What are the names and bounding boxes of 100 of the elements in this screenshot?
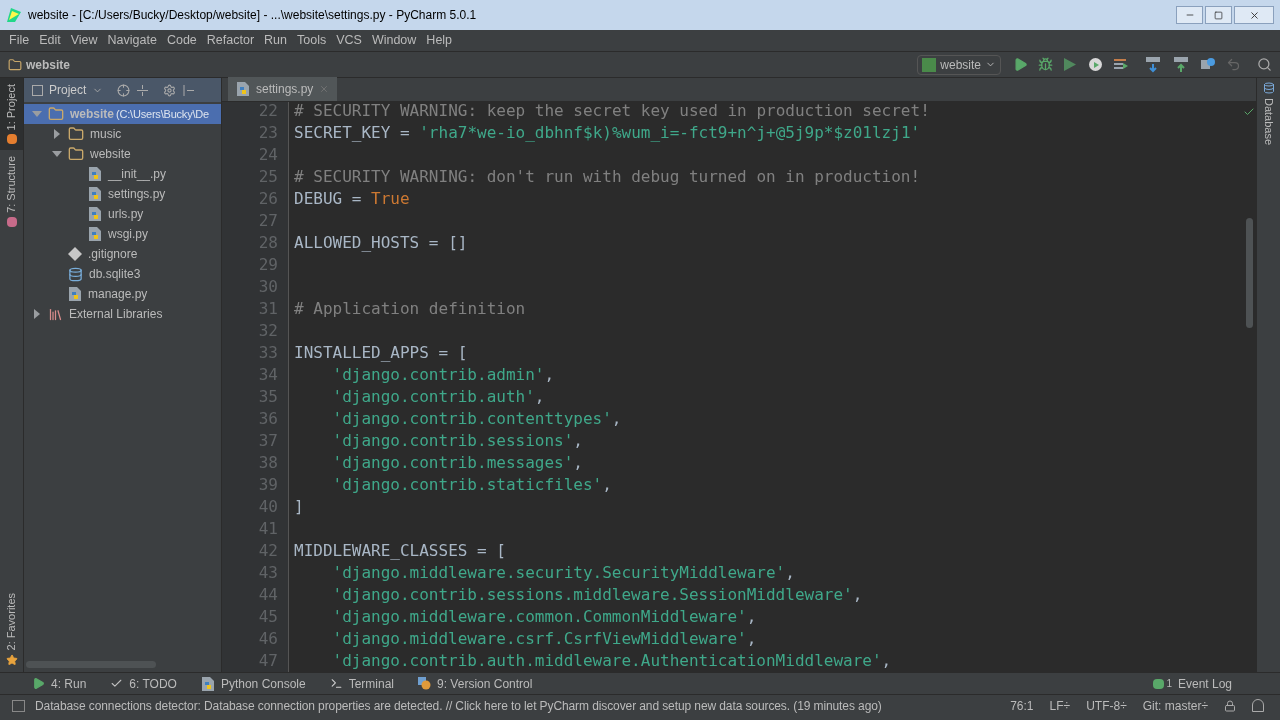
collapse-icon[interactable] — [136, 83, 150, 97]
tool-window-button[interactable]: Terminal — [329, 674, 395, 693]
run-icon[interactable] — [1013, 57, 1028, 72]
minimize-button[interactable] — [1176, 6, 1203, 24]
coverage-icon[interactable] — [1063, 57, 1078, 72]
menu-item[interactable]: View — [65, 31, 103, 50]
library-icon — [48, 306, 63, 322]
python-file-icon — [88, 226, 102, 242]
menu-item[interactable]: Help — [421, 31, 458, 50]
expanded-arrow-icon[interactable] — [52, 149, 62, 159]
tree-item[interactable]: External Libraries — [24, 304, 221, 324]
code-line: DEBUG = True — [294, 189, 410, 208]
star-icon — [5, 654, 18, 666]
profile-icon[interactable] — [1088, 57, 1103, 72]
tree-item[interactable]: wsgi.py — [24, 224, 221, 244]
tab-label: 1: Project — [4, 84, 19, 131]
item-label: External Libraries — [69, 306, 163, 323]
tool-window-tab[interactable]: 1: Project — [0, 78, 23, 151]
tool-window-tab[interactable]: 7: Structure — [0, 150, 23, 234]
code-line: 'django.contrib.contenttypes', — [332, 409, 622, 428]
tree-item[interactable]: manage.py — [24, 284, 221, 304]
tree-item[interactable]: __init__.py — [24, 164, 221, 184]
version-control-icon — [418, 677, 432, 690]
status-item[interactable]: 76:1 — [1010, 696, 1034, 715]
collapsed-arrow-icon[interactable] — [32, 309, 42, 319]
tool-window-button[interactable]: 9: Version Control — [418, 674, 533, 693]
button-label: 6: TODO — [129, 675, 177, 693]
menu-item[interactable]: Navigate — [102, 31, 162, 50]
tasks-icon[interactable] — [1113, 57, 1128, 72]
maximize-button[interactable] — [1205, 6, 1232, 24]
tree-item[interactable]: urls.py — [24, 204, 221, 224]
item-path: (C:\Users\Bucky\De — [116, 106, 209, 122]
tool-window-button[interactable]: 6: TODO — [110, 674, 177, 693]
tree-item[interactable]: website — [24, 144, 221, 164]
run-config-dropdown[interactable]: website — [917, 54, 1001, 75]
code-line: 'django.contrib.auth', — [332, 387, 545, 406]
check-icon — [1243, 106, 1255, 118]
tree-item[interactable]: settings.py — [24, 184, 221, 204]
panel-title[interactable]: Project — [49, 81, 87, 99]
vcs-update-icon[interactable] — [1144, 55, 1162, 74]
settings-icon[interactable] — [163, 83, 177, 97]
menu-item[interactable]: Edit — [34, 31, 66, 50]
folder-icon — [68, 146, 84, 162]
code-line: 'django.contrib.sessions', — [332, 431, 583, 450]
panel-toggle-icon[interactable] — [12, 699, 25, 712]
item-label: __init__.py — [108, 166, 167, 183]
app-logo-icon — [6, 7, 22, 23]
tool-window-tab[interactable]: 2: Favorites — [0, 586, 23, 672]
vcs-commit-icon[interactable] — [1172, 55, 1190, 74]
menu-item[interactable]: Code — [161, 31, 202, 50]
revert-icon[interactable] — [1226, 57, 1241, 72]
python-file-icon — [88, 186, 102, 202]
menu-item[interactable]: Window — [366, 31, 422, 50]
code-line: MIDDLEWARE_CLASSES = [ — [294, 541, 506, 560]
tree-item[interactable]: music — [24, 124, 221, 144]
tree-item[interactable]: db.sqlite3 — [24, 264, 221, 284]
status-item[interactable]: UTF-8÷ — [1086, 696, 1127, 715]
locate-icon[interactable] — [117, 83, 131, 97]
status-item[interactable]: LF÷ — [1049, 696, 1071, 715]
item-label: db.sqlite3 — [89, 266, 141, 283]
tree-item[interactable]: .gitignore — [24, 244, 221, 264]
folder-icon — [48, 106, 64, 122]
folder-icon — [68, 126, 84, 142]
menu-item[interactable]: VCS — [331, 31, 367, 50]
hide-icon[interactable] — [182, 83, 196, 97]
menu-item[interactable]: Run — [259, 31, 292, 50]
project-view-icon — [32, 84, 43, 96]
python-file-icon — [88, 166, 102, 182]
editor-tab[interactable]: settings.py — [228, 77, 338, 101]
code-line: 'django.middleware.csrf.CsrfViewMiddleware', — [332, 629, 757, 648]
code-line: SECRET_KEY = 'rha7*we-io_dbhnf$k)%wum_i=-fct9+n^j+@5j9p*$z01lzj1' — [294, 123, 921, 142]
tool-window-tab[interactable]: Database — [1260, 78, 1277, 150]
tab-label: 7: Structure — [4, 156, 19, 214]
breadcrumb[interactable]: website — [26, 55, 70, 74]
tool-window-button[interactable]: Python Console — [200, 674, 306, 693]
close-button[interactable] — [1234, 6, 1274, 24]
expanded-arrow-icon[interactable] — [32, 109, 42, 119]
collapsed-arrow-icon[interactable] — [52, 129, 62, 139]
event-log-button[interactable]: 1 Event Log — [1153, 674, 1232, 693]
button-label: Terminal — [348, 675, 395, 693]
search-icon[interactable] — [1257, 57, 1272, 72]
menu-item[interactable]: Tools — [292, 31, 332, 50]
lock-icon[interactable] — [1224, 699, 1236, 712]
tab-label: 2: Favorites — [4, 592, 19, 650]
item-label: website — [90, 146, 131, 163]
status-message[interactable]: Database connections detector: Database connection properties are detected. // Click here to let PyCharm discover and setup new data sources. (19 minutes ago) — [35, 696, 882, 715]
code-line: 'django.middleware.security.SecurityMiddleware', — [332, 563, 795, 582]
status-item[interactable]: Git: master÷ — [1142, 696, 1208, 715]
terminal-icon — [329, 677, 343, 690]
scrollbar[interactable] — [1245, 218, 1253, 328]
menu-item[interactable]: File — [4, 31, 35, 50]
debug-icon[interactable] — [1038, 57, 1053, 72]
button-label: Python Console — [220, 675, 306, 693]
item-label: .gitignore — [88, 246, 138, 263]
menu-item[interactable]: Refactor — [201, 31, 260, 50]
tree-item[interactable]: website (C:\Users\Bucky\De — [24, 104, 221, 124]
code-line: # SECURITY WARNING: don't run with debug turned on in production! — [294, 167, 921, 186]
tool-window-button[interactable]: 4: Run — [32, 674, 87, 693]
code-line: 'django.contrib.auth.middleware.AuthenticationMiddleware', — [332, 651, 892, 670]
todo-icon — [110, 677, 124, 690]
